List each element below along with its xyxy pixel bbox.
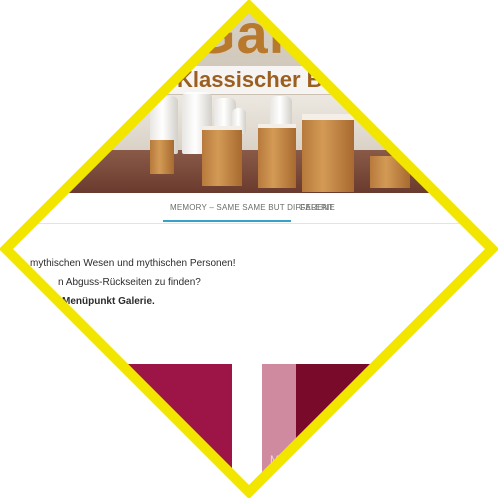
pedestal-top — [302, 114, 354, 120]
content-paragraph: n Abguss-Rückseiten zu finden? — [58, 277, 201, 288]
pedestal — [370, 156, 410, 188]
gallery-tile[interactable] — [296, 364, 386, 498]
gallery-tile[interactable] — [262, 364, 296, 498]
pedestal — [202, 128, 242, 186]
pedestal-top — [202, 126, 242, 130]
gallery-tile[interactable] — [120, 364, 232, 498]
hero-banner: Gal Klassischer B — [0, 0, 498, 193]
main-navigation: MEMORY – SAME SAME BUT DIFFERENT GALERIE — [0, 193, 498, 224]
pedestal-top — [258, 124, 296, 128]
gallery-tile-label: M — [270, 454, 280, 466]
content-link-text[interactable]: Menüpunkt Galerie. — [62, 297, 155, 307]
pedestal — [302, 118, 354, 192]
web-page: Gal Klassischer B MEMORY – SAME SAME BUT… — [0, 0, 498, 498]
gallery-floor — [0, 150, 498, 193]
gallery-wall — [0, 95, 498, 155]
hero-subtitle: Klassischer B — [177, 67, 323, 92]
pedestal — [258, 126, 296, 188]
pedestal — [150, 140, 174, 174]
viewport: Gal Klassischer B MEMORY – SAME SAME BUT… — [0, 0, 498, 498]
nav-active-indicator — [163, 220, 291, 222]
nav-item-galerie[interactable]: GALERIE — [299, 203, 335, 212]
hero-title: Gal — [192, 2, 286, 65]
content-paragraph: mythischen Wesen und mythischen Personen… — [30, 258, 236, 269]
